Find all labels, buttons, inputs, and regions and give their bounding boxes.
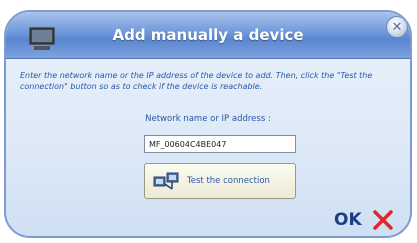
red-x-icon[interactable] — [371, 208, 395, 232]
dialog-title: Add manually a device — [112, 26, 304, 44]
address-field-label: Network name or IP address : — [145, 114, 271, 124]
instructions-text: Enter the network name or the IP address… — [20, 71, 373, 91]
test-connection-button[interactable]: Test the connection — [144, 163, 296, 199]
network-test-icon — [153, 172, 179, 190]
close-icon[interactable]: ✕ — [386, 16, 408, 38]
address-input[interactable] — [144, 135, 296, 153]
test-connection-label: Test the connection — [187, 176, 270, 186]
title-bar: Add manually a device — [6, 12, 410, 59]
add-device-dialog: Add manually a device ✕ Enter the networ… — [4, 10, 412, 238]
ok-button[interactable]: OK — [334, 210, 362, 230]
